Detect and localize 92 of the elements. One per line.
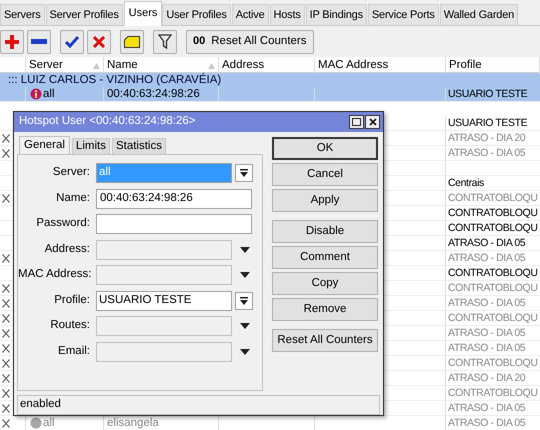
dropdown-arrow-icon[interactable] (240, 246, 250, 252)
dialog-button[interactable]: Copy (272, 272, 378, 295)
dialog-button[interactable]: Disable (272, 220, 378, 243)
x-icon (2, 358, 10, 368)
dialog-tab[interactable]: Limits (72, 138, 110, 154)
field-label: Server: (52, 165, 90, 180)
info-icon (30, 88, 42, 100)
dialog-button[interactable]: Reset All Counters (272, 329, 378, 352)
comment-row[interactable]: ::: LUIZ CARLOS - VIZINHO (CARAVÉIA) (0, 73, 540, 87)
filter-button[interactable] (153, 30, 177, 54)
x-icon (2, 344, 10, 352)
input-field[interactable] (96, 265, 232, 285)
x-icon (2, 298, 10, 308)
minus-icon (31, 39, 47, 44)
table-cell: CONTRATOBLOQU (448, 266, 538, 280)
dropdown-icon (240, 296, 248, 304)
comment-button[interactable] (120, 30, 144, 54)
table-cell: CONTRATOBLOQU (448, 221, 538, 235)
x-icon (2, 328, 10, 338)
x-icon (2, 194, 10, 202)
dropdown-arrow-icon[interactable] (240, 348, 250, 354)
dropdown-button[interactable] (235, 292, 253, 310)
table-cell: CONTRATOBLOQU (448, 281, 538, 295)
dropdown-arrow-icon[interactable] (240, 323, 250, 329)
field-label: Address: (44, 242, 90, 257)
dialog-button[interactable]: Cancel (272, 163, 378, 186)
table-cell: CONTRATOBLOQU (448, 311, 538, 325)
enable-button[interactable] (60, 30, 84, 54)
field-label: Profile: (53, 292, 90, 308)
status-text: enabled (20, 397, 61, 412)
dropdown-button[interactable] (235, 164, 253, 182)
field-label: Routes: (49, 318, 90, 334)
tab[interactable]: IP Bindings (306, 4, 367, 25)
filter-icon (158, 34, 172, 50)
input-field[interactable] (96, 342, 232, 362)
tab[interactable]: Active (232, 4, 269, 25)
x-icon (93, 36, 105, 48)
dialog-tab[interactable]: General (19, 136, 70, 155)
tab[interactable]: User Profiles (162, 4, 231, 25)
x-icon (2, 404, 10, 412)
counter-icon: 00 (193, 33, 206, 50)
tab[interactable]: Service Ports (368, 4, 439, 25)
dialog-tab[interactable]: Statistics (112, 138, 166, 154)
x-icon (2, 284, 10, 292)
select-field[interactable]: USUARIO TESTE (96, 290, 232, 310)
maximize-icon (352, 118, 361, 126)
input-field[interactable] (96, 316, 232, 336)
tab[interactable]: Servers (0, 4, 44, 25)
x-icon (2, 418, 10, 428)
disable-button[interactable] (87, 30, 111, 54)
table-row[interactable]: all 00:40:63:24:98:26 USUARIO TESTE (0, 87, 540, 102)
table-cell: elisangela (107, 416, 159, 430)
x-icon (2, 388, 10, 398)
field-label: MAC Address: (18, 267, 90, 282)
x-icon (2, 314, 10, 322)
plus-icon (5, 34, 19, 48)
table-cell: CONTRATOBLOQU (448, 191, 538, 205)
dialog-button[interactable]: Apply (272, 189, 378, 212)
input-field[interactable] (96, 240, 232, 260)
tab[interactable]: Server Profiles (46, 4, 123, 25)
tab[interactable]: Users (124, 1, 162, 26)
input-field[interactable]: 00:40:63:24:98:26 (96, 188, 252, 208)
x-icon (2, 134, 10, 142)
dialog-button[interactable]: Remove (272, 298, 378, 321)
x-icon (2, 374, 10, 382)
field-label: Email: (57, 344, 90, 359)
status-dot-icon (30, 417, 42, 429)
close-icon (368, 118, 376, 126)
reset-counters-button[interactable]: 00 Reset All Counters (186, 30, 314, 54)
input-field[interactable] (96, 214, 252, 234)
add-button[interactable] (0, 30, 24, 54)
maximize-button[interactable] (349, 115, 364, 129)
dialog-button[interactable]: Comment (272, 246, 378, 269)
check-icon (65, 36, 79, 48)
table-cell: CONTRATOBLOQU (448, 206, 538, 220)
close-button[interactable] (365, 115, 380, 129)
note-icon (124, 36, 140, 48)
dropdown-arrow-icon[interactable] (240, 272, 250, 278)
table-cell: CONTRATOBLOQU (448, 356, 538, 370)
field-label: Password: (35, 216, 90, 232)
dialog-title: Hotspot User <00:40:63:24:98:26> (19, 114, 196, 130)
x-icon (2, 254, 10, 262)
comment-text: ::: LUIZ CARLOS - VIZINHO (CARAVÉIA) (8, 73, 222, 87)
tab[interactable]: Hosts (270, 4, 305, 25)
dialog-button[interactable]: OK (272, 137, 378, 160)
table-cell: CONTRATOBLOQU (448, 386, 538, 400)
tab[interactable]: Walled Garden (440, 4, 518, 25)
button-label: Reset All Counters (211, 34, 306, 49)
x-icon (2, 148, 10, 158)
dropdown-icon (240, 169, 248, 177)
field-label: Name: (55, 190, 90, 206)
remove-button[interactable] (27, 30, 51, 54)
